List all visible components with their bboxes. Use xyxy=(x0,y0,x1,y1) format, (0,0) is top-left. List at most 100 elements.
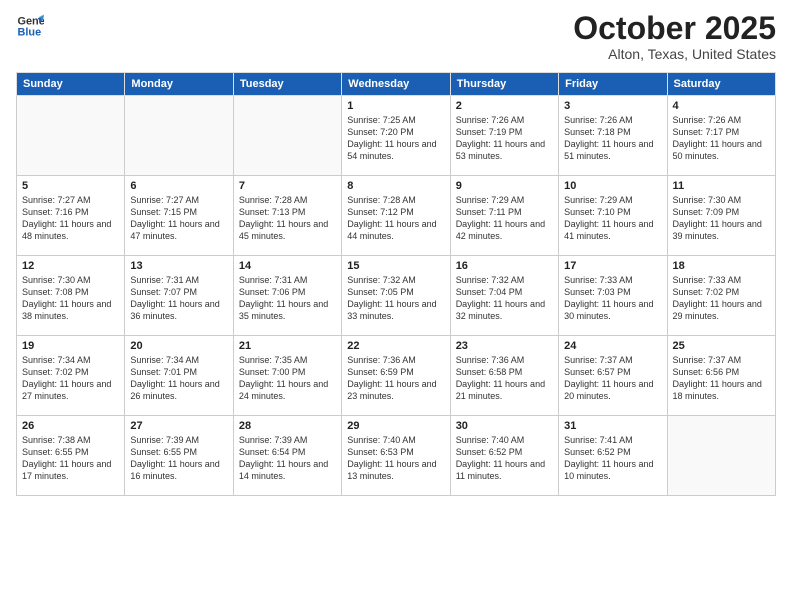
calendar-cell xyxy=(125,96,233,176)
day-info: Sunrise: 7:30 AM Sunset: 7:09 PM Dayligh… xyxy=(673,194,770,243)
calendar-cell: 18Sunrise: 7:33 AM Sunset: 7:02 PM Dayli… xyxy=(667,256,775,336)
day-info: Sunrise: 7:39 AM Sunset: 6:55 PM Dayligh… xyxy=(130,434,227,483)
day-number: 27 xyxy=(130,420,227,432)
col-tuesday: Tuesday xyxy=(233,73,341,96)
calendar-cell: 26 Sunrise: 7:38 AM Sunset: 6:55 PM Dayli… xyxy=(17,416,125,496)
calendar-cell: 13Sunrise: 7:31 AM Sunset: 7:07 PM Dayli… xyxy=(125,256,233,336)
calendar-cell: 17 Sunrise: 7:33 AM Sunset: 7:03 PM Dayli… xyxy=(559,256,667,336)
day-info: Sunrise: 7:34 AM Sunset: 7:01 PM Dayligh… xyxy=(130,354,227,403)
day-number: 16 xyxy=(456,260,553,272)
calendar-cell: 5 Sunrise: 7:27 AM Sunset: 7:16 PM Daylig… xyxy=(17,176,125,256)
day-number: 31 xyxy=(564,420,661,432)
day-number: 24 xyxy=(564,340,661,352)
calendar-cell: 4Sunrise: 7:26 AM Sunset: 7:17 PM Daylig… xyxy=(667,96,775,176)
col-thursday: Thursday xyxy=(450,73,558,96)
calendar-cell: 29 Sunrise: 7:40 AM Sunset: 6:53 PM Dayli… xyxy=(342,416,450,496)
day-number: 17 xyxy=(564,260,661,272)
day-number: 26 xyxy=(22,420,119,432)
day-number: 1 xyxy=(347,100,444,112)
day-info: Sunrise: 7:39 AM Sunset: 6:54 PM Dayligh… xyxy=(239,434,336,483)
col-monday: Monday xyxy=(125,73,233,96)
calendar-cell: 11 Sunrise: 7:30 AM Sunset: 7:09 PM Dayli… xyxy=(667,176,775,256)
day-number: 8 xyxy=(347,180,444,192)
day-info: Sunrise: 7:26 AM Sunset: 7:17 PM Dayligh… xyxy=(673,114,770,163)
day-info: Sunrise: 7:26 AM Sunset: 7:18 PM Dayligh… xyxy=(564,114,661,163)
day-info: Sunrise: 7:31 AM Sunset: 7:06 PM Dayligh… xyxy=(239,274,336,323)
day-number: 23 xyxy=(456,340,553,352)
calendar-cell: 7 Sunrise: 7:28 AM Sunset: 7:13 PM Daylig… xyxy=(233,176,341,256)
col-sunday: Sunday xyxy=(17,73,125,96)
calendar-cell: 22 Sunrise: 7:36 AM Sunset: 6:59 PM Dayli… xyxy=(342,336,450,416)
day-number: 28 xyxy=(239,420,336,432)
day-info: Sunrise: 7:30 AM Sunset: 7:08 PM Dayligh… xyxy=(22,274,119,323)
day-info: Sunrise: 7:28 AM Sunset: 7:13 PM Dayligh… xyxy=(239,194,336,243)
calendar-cell xyxy=(667,416,775,496)
day-info: Sunrise: 7:33 AM Sunset: 7:03 PM Dayligh… xyxy=(564,274,661,323)
day-number: 22 xyxy=(347,340,444,352)
calendar-cell: 15 Sunrise: 7:32 AM Sunset: 7:05 PM Dayli… xyxy=(342,256,450,336)
day-info: Sunrise: 7:28 AM Sunset: 7:12 PM Dayligh… xyxy=(347,194,444,243)
col-saturday: Saturday xyxy=(667,73,775,96)
calendar-cell: 9 Sunrise: 7:29 AM Sunset: 7:11 PM Daylig… xyxy=(450,176,558,256)
title-block: October 2025 Alton, Texas, United States xyxy=(573,12,776,62)
calendar-cell: 12 Sunrise: 7:30 AM Sunset: 7:08 PM Dayli… xyxy=(17,256,125,336)
day-number: 2 xyxy=(456,100,553,112)
calendar-cell: 10 Sunrise: 7:29 AM Sunset: 7:10 PM Dayli… xyxy=(559,176,667,256)
day-info: Sunrise: 7:35 AM Sunset: 7:00 PM Dayligh… xyxy=(239,354,336,403)
calendar-week-row: 12 Sunrise: 7:30 AM Sunset: 7:08 PM Dayli… xyxy=(17,256,776,336)
day-number: 15 xyxy=(347,260,444,272)
calendar-cell: 1 Sunrise: 7:25 AM Sunset: 7:20 PM Daylig… xyxy=(342,96,450,176)
calendar-cell: 27 Sunrise: 7:39 AM Sunset: 6:55 PM Dayli… xyxy=(125,416,233,496)
day-info: Sunrise: 7:36 AM Sunset: 6:58 PM Dayligh… xyxy=(456,354,553,403)
page: General Blue General Blue October 2025 A… xyxy=(0,0,792,612)
calendar-cell: 6 Sunrise: 7:27 AM Sunset: 7:15 PM Daylig… xyxy=(125,176,233,256)
calendar-cell xyxy=(233,96,341,176)
calendar-cell: 24Sunrise: 7:37 AM Sunset: 6:57 PM Dayli… xyxy=(559,336,667,416)
day-info: Sunrise: 7:27 AM Sunset: 7:15 PM Dayligh… xyxy=(130,194,227,243)
calendar-table: Sunday Monday Tuesday Wednesday Thursday… xyxy=(16,72,776,496)
col-wednesday: Wednesday xyxy=(342,73,450,96)
day-info: Sunrise: 7:25 AM Sunset: 7:20 PM Dayligh… xyxy=(347,114,444,163)
day-number: 21 xyxy=(239,340,336,352)
col-friday: Friday xyxy=(559,73,667,96)
calendar-header-row: Sunday Monday Tuesday Wednesday Thursday… xyxy=(17,73,776,96)
calendar-cell: 30Sunrise: 7:40 AM Sunset: 6:52 PM Dayli… xyxy=(450,416,558,496)
day-number: 5 xyxy=(22,180,119,192)
calendar-cell: 2 Sunrise: 7:26 AM Sunset: 7:19 PM Daylig… xyxy=(450,96,558,176)
day-number: 3 xyxy=(564,100,661,112)
calendar-cell: 16Sunrise: 7:32 AM Sunset: 7:04 PM Dayli… xyxy=(450,256,558,336)
day-number: 9 xyxy=(456,180,553,192)
day-info: Sunrise: 7:40 AM Sunset: 6:53 PM Dayligh… xyxy=(347,434,444,483)
day-info: Sunrise: 7:38 AM Sunset: 6:55 PM Dayligh… xyxy=(22,434,119,483)
day-info: Sunrise: 7:27 AM Sunset: 7:16 PM Dayligh… xyxy=(22,194,119,243)
calendar-week-row: 26 Sunrise: 7:38 AM Sunset: 6:55 PM Dayli… xyxy=(17,416,776,496)
day-number: 29 xyxy=(347,420,444,432)
day-number: 12 xyxy=(22,260,119,272)
day-info: Sunrise: 7:29 AM Sunset: 7:10 PM Dayligh… xyxy=(564,194,661,243)
day-number: 18 xyxy=(673,260,770,272)
day-info: Sunrise: 7:31 AM Sunset: 7:07 PM Dayligh… xyxy=(130,274,227,323)
calendar-week-row: 5 Sunrise: 7:27 AM Sunset: 7:16 PM Daylig… xyxy=(17,176,776,256)
day-info: Sunrise: 7:36 AM Sunset: 6:59 PM Dayligh… xyxy=(347,354,444,403)
day-info: Sunrise: 7:26 AM Sunset: 7:19 PM Dayligh… xyxy=(456,114,553,163)
day-info: Sunrise: 7:29 AM Sunset: 7:11 PM Dayligh… xyxy=(456,194,553,243)
day-number: 11 xyxy=(673,180,770,192)
calendar-cell: 19 Sunrise: 7:34 AM Sunset: 7:02 PM Dayli… xyxy=(17,336,125,416)
calendar-week-row: 1 Sunrise: 7:25 AM Sunset: 7:20 PM Daylig… xyxy=(17,96,776,176)
logo: General Blue General Blue xyxy=(16,12,44,40)
day-info: Sunrise: 7:34 AM Sunset: 7:02 PM Dayligh… xyxy=(22,354,119,403)
calendar-cell: 20Sunrise: 7:34 AM Sunset: 7:01 PM Dayli… xyxy=(125,336,233,416)
day-number: 7 xyxy=(239,180,336,192)
day-number: 6 xyxy=(130,180,227,192)
calendar-cell: 21 Sunrise: 7:35 AM Sunset: 7:00 PM Dayli… xyxy=(233,336,341,416)
day-info: Sunrise: 7:41 AM Sunset: 6:52 PM Dayligh… xyxy=(564,434,661,483)
calendar-cell: 14 Sunrise: 7:31 AM Sunset: 7:06 PM Dayli… xyxy=(233,256,341,336)
day-number: 14 xyxy=(239,260,336,272)
day-info: Sunrise: 7:32 AM Sunset: 7:05 PM Dayligh… xyxy=(347,274,444,323)
svg-text:Blue: Blue xyxy=(18,26,42,38)
location: Alton, Texas, United States xyxy=(573,46,776,62)
calendar-cell: 23 Sunrise: 7:36 AM Sunset: 6:58 PM Dayli… xyxy=(450,336,558,416)
calendar-cell: 28 Sunrise: 7:39 AM Sunset: 6:54 PM Dayli… xyxy=(233,416,341,496)
day-number: 10 xyxy=(564,180,661,192)
day-number: 19 xyxy=(22,340,119,352)
